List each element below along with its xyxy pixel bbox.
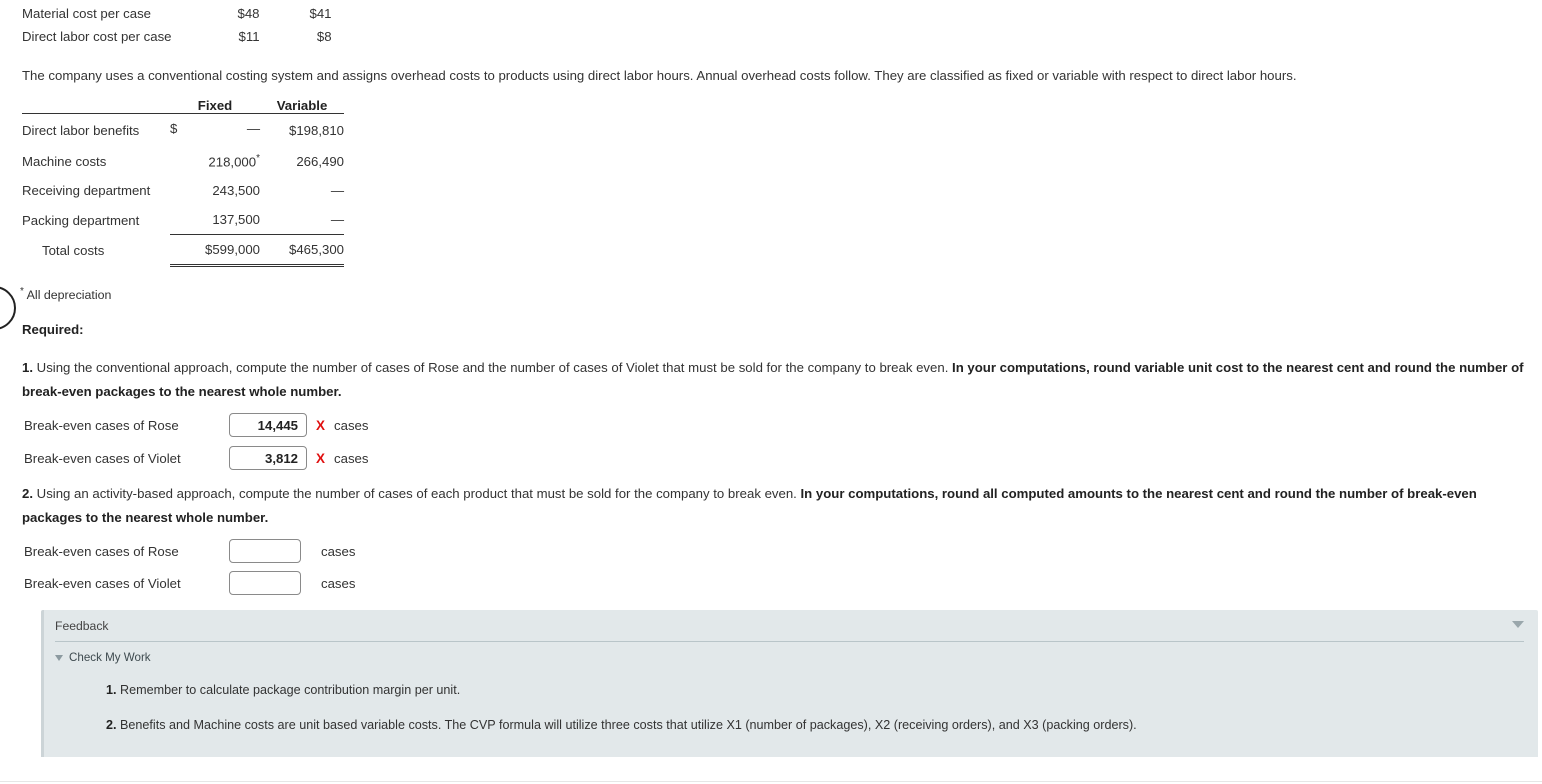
row-label: Machine costs <box>22 153 107 169</box>
footnote-text: All depreciation <box>26 288 112 303</box>
per-case-cost-table: Material cost per case $48 $41 Direct la… <box>22 2 332 48</box>
table-row: Receiving department 243,500 — <box>22 176 344 205</box>
row-fixed-value: $ — <box>170 114 260 147</box>
row-label: Packing department <box>22 212 140 228</box>
header-variable: Variable <box>260 98 344 114</box>
break-even-rose-conventional-input[interactable] <box>229 413 307 437</box>
caret-down-icon <box>55 654 63 661</box>
feedback-item-text: Remember to calculate package contributi… <box>116 683 461 697</box>
row-value-col1: $48 <box>237 6 260 21</box>
row-label: Direct labor benefits <box>22 122 140 138</box>
unit-label: cases <box>321 575 356 591</box>
incorrect-mark-icon: X <box>316 450 326 466</box>
required-heading: Required: <box>22 322 84 337</box>
check-my-work-label: Check My Work <box>69 651 151 664</box>
feedback-item-text: Benefits and Machine costs are unit base… <box>116 718 1137 732</box>
row-fixed-value: 243,500 <box>212 183 260 199</box>
total-variable-value: $465,300 <box>260 234 344 268</box>
answer-row-q1-violet: Break-even cases of Violet X cases <box>24 446 368 470</box>
answer-label: Break-even cases of Rose <box>24 417 179 433</box>
circled-annotation-mark <box>0 286 16 330</box>
feedback-item-number: 1. <box>106 683 117 697</box>
page-bottom-divider <box>0 781 1542 782</box>
intro-paragraph: The company uses a conventional costing … <box>22 68 1297 83</box>
question-body: Using an activity-based approach, comput… <box>33 486 801 501</box>
header-blank <box>22 98 170 114</box>
table-row: Machine costs 218,000* 266,490 <box>22 146 344 176</box>
feedback-header[interactable]: Feedback <box>44 610 1538 641</box>
answer-label: Break-even cases of Violet <box>24 450 181 466</box>
feedback-item: 1. Remember to calculate package contrib… <box>44 664 1538 699</box>
table-footnote: * All depreciation <box>20 286 111 302</box>
feedback-item: 2. Benefits and Machine costs are unit b… <box>44 699 1538 734</box>
feedback-panel: Feedback Check My Work 1. Remember to ca… <box>41 610 1538 757</box>
row-value-col2: $8 <box>316 29 332 44</box>
answer-row-q2-rose: Break-even cases of Rose cases <box>24 539 355 563</box>
row-value-col2: $41 <box>309 6 332 21</box>
answer-row-q1-rose: Break-even cases of Rose X cases <box>24 413 368 437</box>
question-number: 2. <box>22 486 33 501</box>
break-even-violet-conventional-input[interactable] <box>229 446 307 470</box>
caret-down-icon[interactable] <box>1512 621 1524 628</box>
row-label: Material cost per case <box>22 6 151 21</box>
row-variable-value: — <box>330 183 344 199</box>
row-variable-value: $198,810 <box>288 122 344 138</box>
break-even-rose-abc-input[interactable] <box>229 539 301 563</box>
row-value-col1: $11 <box>238 29 260 44</box>
table-row: Packing department 137,500 — <box>22 205 344 235</box>
table-row: Direct labor cost per case $11 $8 <box>22 25 332 48</box>
answer-label: Break-even cases of Rose <box>24 543 179 559</box>
row-label: Direct labor cost per case <box>22 29 172 44</box>
question-body: Using the conventional approach, compute… <box>33 360 953 375</box>
question-number: 1. <box>22 360 33 375</box>
footnote-marker: * <box>20 286 24 297</box>
total-fixed-value: $599,000 <box>170 234 260 268</box>
row-variable-value: 266,490 <box>296 153 344 169</box>
unit-label: cases <box>321 543 356 559</box>
table-row: Material cost per case $48 $41 <box>22 2 332 25</box>
overhead-cost-table: Fixed Variable Direct labor benefits $ —… <box>22 98 344 268</box>
check-my-work-toggle[interactable]: Check My Work <box>44 642 1538 664</box>
value: 218,000 <box>208 154 257 170</box>
currency-symbol: $ <box>170 121 178 136</box>
header-fixed: Fixed <box>170 98 260 114</box>
total-label: Total costs <box>42 242 105 258</box>
table-header-row: Fixed Variable <box>22 98 344 114</box>
question-1-text: 1. Using the conventional approach, comp… <box>22 356 1538 404</box>
table-total-row: Total costs $599,000 $465,300 <box>22 234 344 268</box>
question-2-text: 2. Using an activity-based approach, com… <box>22 482 1538 530</box>
row-fixed-value: 218,000* <box>170 146 260 176</box>
row-fixed-value: 137,500 <box>212 212 260 228</box>
answer-label: Break-even cases of Violet <box>24 575 181 591</box>
value: — <box>246 121 260 136</box>
answer-row-q2-violet: Break-even cases of Violet cases <box>24 571 355 595</box>
unit-label: cases <box>334 417 369 433</box>
row-label: Receiving department <box>22 183 151 199</box>
table-row: Direct labor benefits $ — $198,810 <box>22 114 344 147</box>
feedback-title: Feedback <box>55 618 109 633</box>
unit-label: cases <box>334 450 369 466</box>
break-even-violet-abc-input[interactable] <box>229 571 301 595</box>
feedback-item-number: 2. <box>106 718 117 732</box>
row-variable-value: — <box>330 212 344 228</box>
incorrect-mark-icon: X <box>316 417 326 433</box>
